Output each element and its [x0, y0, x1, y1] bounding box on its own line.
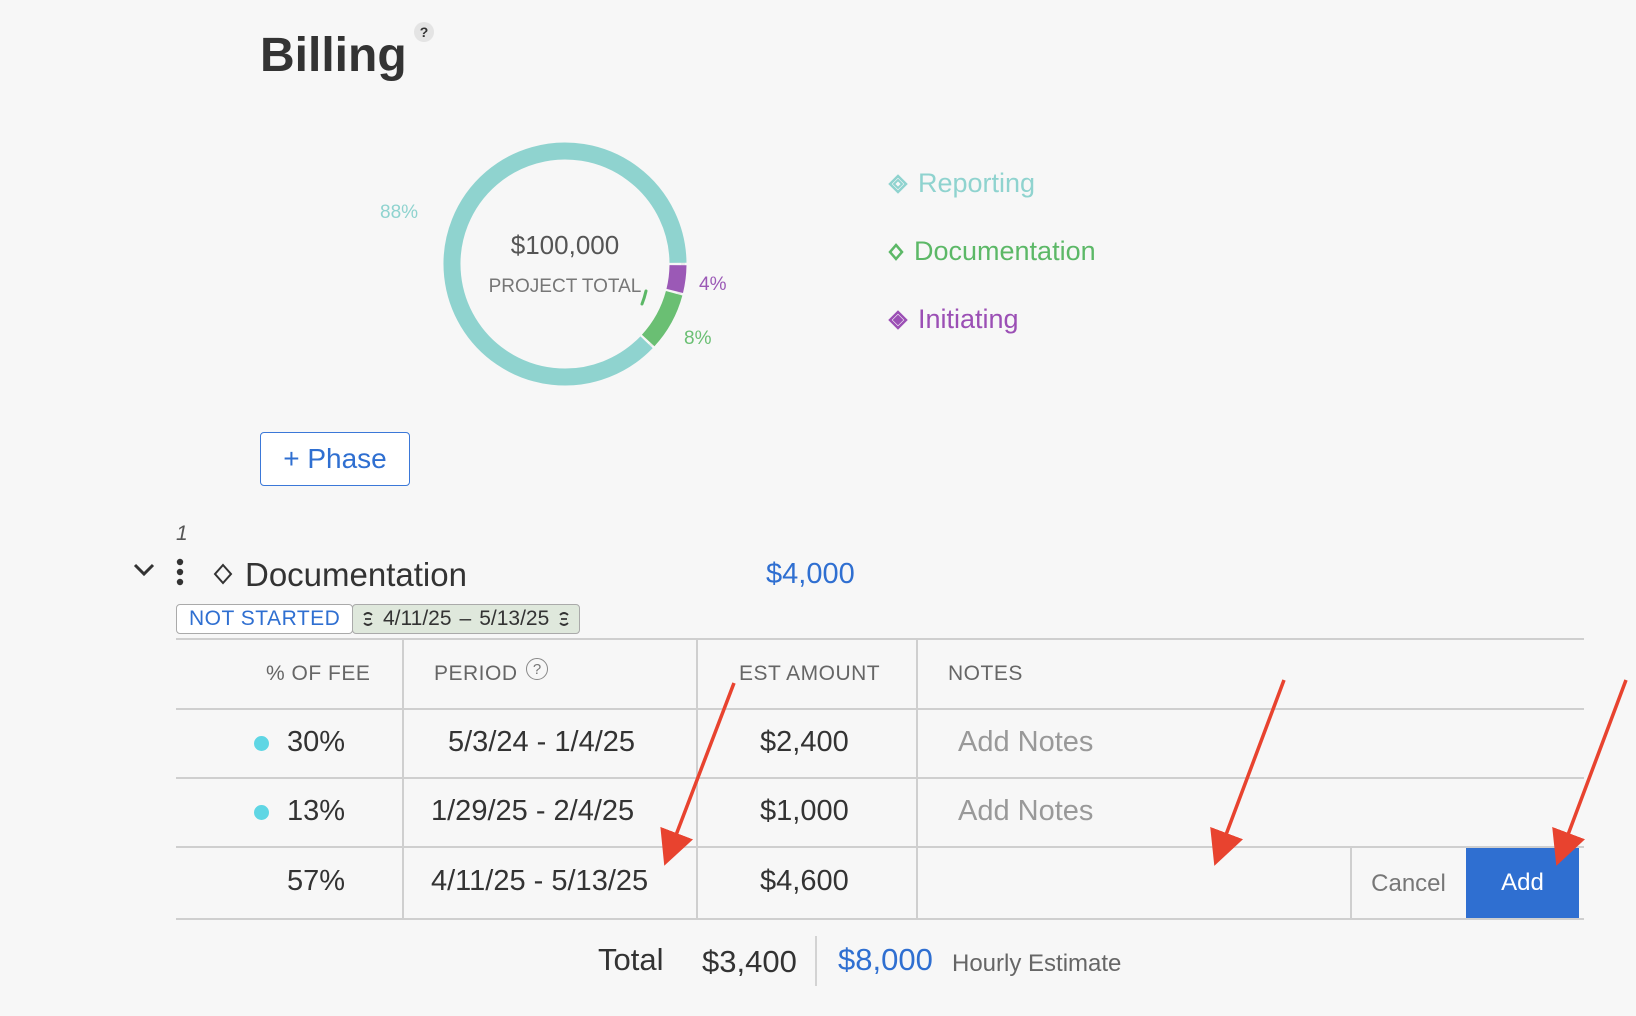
- header-period: PERIOD: [434, 662, 518, 685]
- fee-input[interactable]: 57%: [287, 865, 345, 898]
- chevron-down-icon[interactable]: [132, 562, 156, 578]
- table-divider: [176, 846, 1584, 848]
- table-divider: [696, 638, 698, 920]
- diamond-icon: [213, 563, 233, 585]
- start-date: 4/11/25: [383, 607, 452, 630]
- totals-divider: [815, 936, 817, 986]
- donut-percent-labels: 88% 4% 8%: [380, 202, 727, 349]
- amount-input[interactable]: $4,600: [760, 865, 849, 898]
- fee-table: % OF FEE PERIOD ? EST AMOUNT NOTES 30% 5…: [176, 638, 1584, 920]
- status-dot: [254, 805, 269, 820]
- phase-title[interactable]: Documentation: [245, 556, 467, 594]
- phase-index: 1: [176, 522, 188, 545]
- legend-label: Reporting: [918, 168, 1036, 198]
- help-icon[interactable]: ?: [526, 658, 548, 680]
- percent-label-initiating: 4%: [699, 274, 727, 295]
- status-dot: [254, 736, 269, 751]
- add-phase-button[interactable]: + Phase: [260, 432, 410, 486]
- table-divider: [402, 638, 404, 920]
- amount-cell: $1,000: [760, 795, 849, 827]
- percent-label-documentation: 8%: [684, 328, 712, 349]
- date-range-badge[interactable]: 4/11/25 – 5/13/25: [352, 604, 581, 634]
- date-separator: –: [459, 607, 472, 630]
- phase-diamond-icon: [888, 173, 908, 194]
- diamond-icon: [888, 242, 904, 261]
- link-icon: [363, 612, 373, 626]
- page-title: Billing: [260, 29, 407, 82]
- period-input[interactable]: 4/11/25 - 5/13/25: [431, 865, 648, 898]
- period-cell[interactable]: 5/3/24 - 1/4/25: [448, 726, 635, 759]
- table-divider: [916, 638, 918, 920]
- status-badge[interactable]: NOT STARTED: [176, 604, 354, 634]
- legend-label: Initiating: [918, 304, 1019, 334]
- cancel-button[interactable]: Cancel: [1352, 849, 1465, 919]
- add-button[interactable]: Add: [1466, 848, 1579, 918]
- notes-input[interactable]: [920, 850, 1348, 916]
- fee-cell[interactable]: 30%: [287, 726, 345, 759]
- more-vertical-icon[interactable]: [174, 558, 186, 586]
- amount-cell: $2,400: [760, 726, 849, 758]
- legend-label: Documentation: [914, 236, 1096, 266]
- help-icon[interactable]: ?: [414, 22, 434, 42]
- fee-cell[interactable]: 13%: [287, 795, 345, 828]
- table-divider: [176, 638, 1584, 640]
- percent-label-reporting: 88%: [380, 202, 418, 223]
- total-value: $3,400: [702, 944, 797, 979]
- notes-cell[interactable]: Add Notes: [958, 726, 1093, 759]
- legend-item-initiating[interactable]: Initiating: [888, 304, 1019, 335]
- legend-item-reporting[interactable]: Reporting: [888, 168, 1035, 199]
- legend-item-documentation[interactable]: Documentation: [888, 236, 1096, 267]
- phase-diamond-icon: [888, 309, 908, 330]
- header-notes: NOTES: [948, 662, 1023, 685]
- phase-amount: $4,000: [766, 558, 855, 590]
- header-est-amount: EST AMOUNT: [739, 662, 881, 685]
- end-date: 5/13/25: [479, 607, 550, 630]
- table-divider: [176, 777, 1584, 779]
- hourly-estimate-label: Hourly Estimate: [952, 950, 1122, 977]
- period-cell[interactable]: 1/29/25 - 2/4/25: [431, 795, 634, 828]
- notes-cell[interactable]: Add Notes: [958, 795, 1093, 828]
- total-label: Total: [598, 942, 664, 977]
- hourly-estimate-value[interactable]: $8,000: [838, 942, 933, 978]
- table-divider: [176, 708, 1584, 710]
- link-icon: [559, 612, 569, 626]
- header-fee: % OF FEE: [266, 662, 371, 685]
